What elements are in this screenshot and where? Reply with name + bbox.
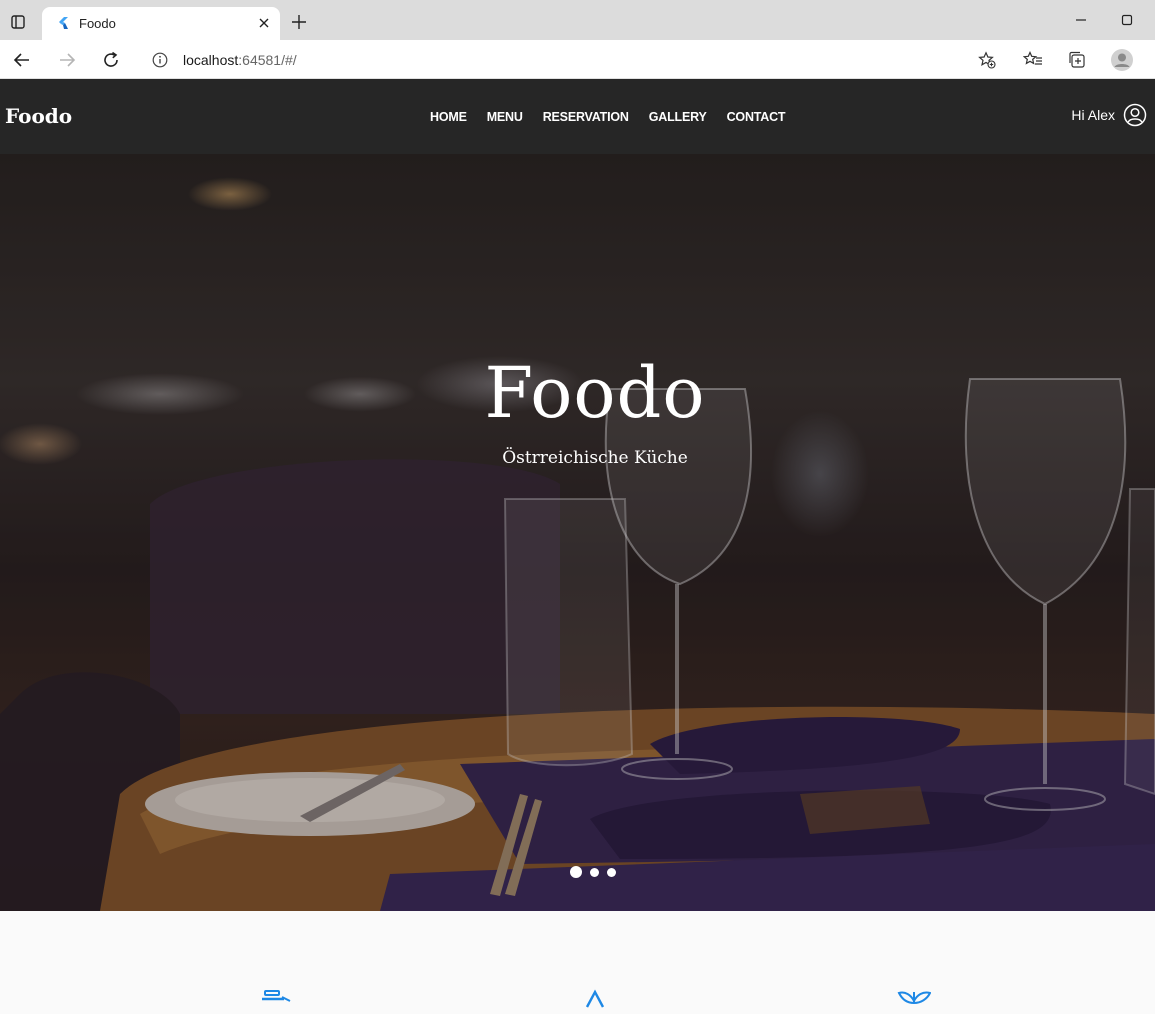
user-circle-icon[interactable] — [1123, 103, 1147, 127]
url-text: localhost:64581/#/ — [183, 52, 297, 68]
info-icon[interactable] — [151, 51, 169, 69]
features-section — [0, 911, 1155, 1008]
close-icon[interactable] — [256, 15, 272, 31]
back-arrow-icon[interactable] — [10, 48, 34, 72]
browser-tab-strip: Foodo — [0, 0, 1155, 40]
plus-icon[interactable] — [290, 13, 308, 31]
profile-icon[interactable] — [1110, 48, 1134, 72]
hero-subtitle: Östrreichische Küche — [502, 448, 688, 468]
chef-hat-icon — [580, 989, 614, 1009]
flutter-icon — [56, 16, 70, 30]
forward-arrow-icon[interactable] — [55, 48, 79, 72]
minimize-icon[interactable] — [1071, 10, 1091, 30]
carousel-indicators — [570, 866, 616, 878]
dish-icon — [260, 989, 294, 1009]
star-plus-icon[interactable] — [977, 50, 997, 70]
hero-title: Foodo — [484, 352, 706, 434]
browser-tab[interactable]: Foodo — [42, 7, 280, 40]
url-path: :64581/#/ — [238, 52, 297, 68]
url-host: localhost — [183, 52, 239, 68]
site-logo[interactable]: Foodo — [5, 104, 72, 128]
user-greeting: Hi Alex — [1071, 107, 1115, 123]
user-menu[interactable]: Hi Alex — [1071, 103, 1147, 127]
maximize-icon[interactable] — [1117, 10, 1137, 30]
site-header: Foodo HOME MENU RESERVATION GALLERY CONT… — [0, 79, 1155, 154]
hero-overlay — [0, 154, 1155, 911]
tab-actions-icon[interactable] — [8, 12, 28, 32]
nav-reservation[interactable]: RESERVATION — [543, 110, 629, 124]
hero-carousel[interactable]: Foodo Östrreichische Küche — [0, 154, 1155, 911]
nav-contact[interactable]: CONTACT — [727, 110, 786, 124]
browser-toolbar: localhost:64581/#/ — [0, 40, 1155, 79]
carousel-dot-1[interactable] — [570, 866, 582, 878]
nav-gallery[interactable]: GALLERY — [649, 110, 707, 124]
nav-home[interactable]: HOME — [430, 110, 467, 124]
carousel-dot-2[interactable] — [590, 867, 599, 877]
favorites-icon[interactable] — [1021, 48, 1045, 72]
main-nav: HOME MENU RESERVATION GALLERY CONTACT — [430, 110, 786, 124]
nav-menu[interactable]: MENU — [487, 110, 523, 124]
collections-icon[interactable] — [1065, 48, 1089, 72]
address-bar[interactable]: localhost:64581/#/ — [139, 45, 1013, 75]
carousel-dot-3[interactable] — [607, 867, 616, 877]
reload-icon[interactable] — [99, 48, 123, 72]
leaf-icon — [897, 989, 932, 1009]
tab-title: Foodo — [79, 16, 116, 31]
